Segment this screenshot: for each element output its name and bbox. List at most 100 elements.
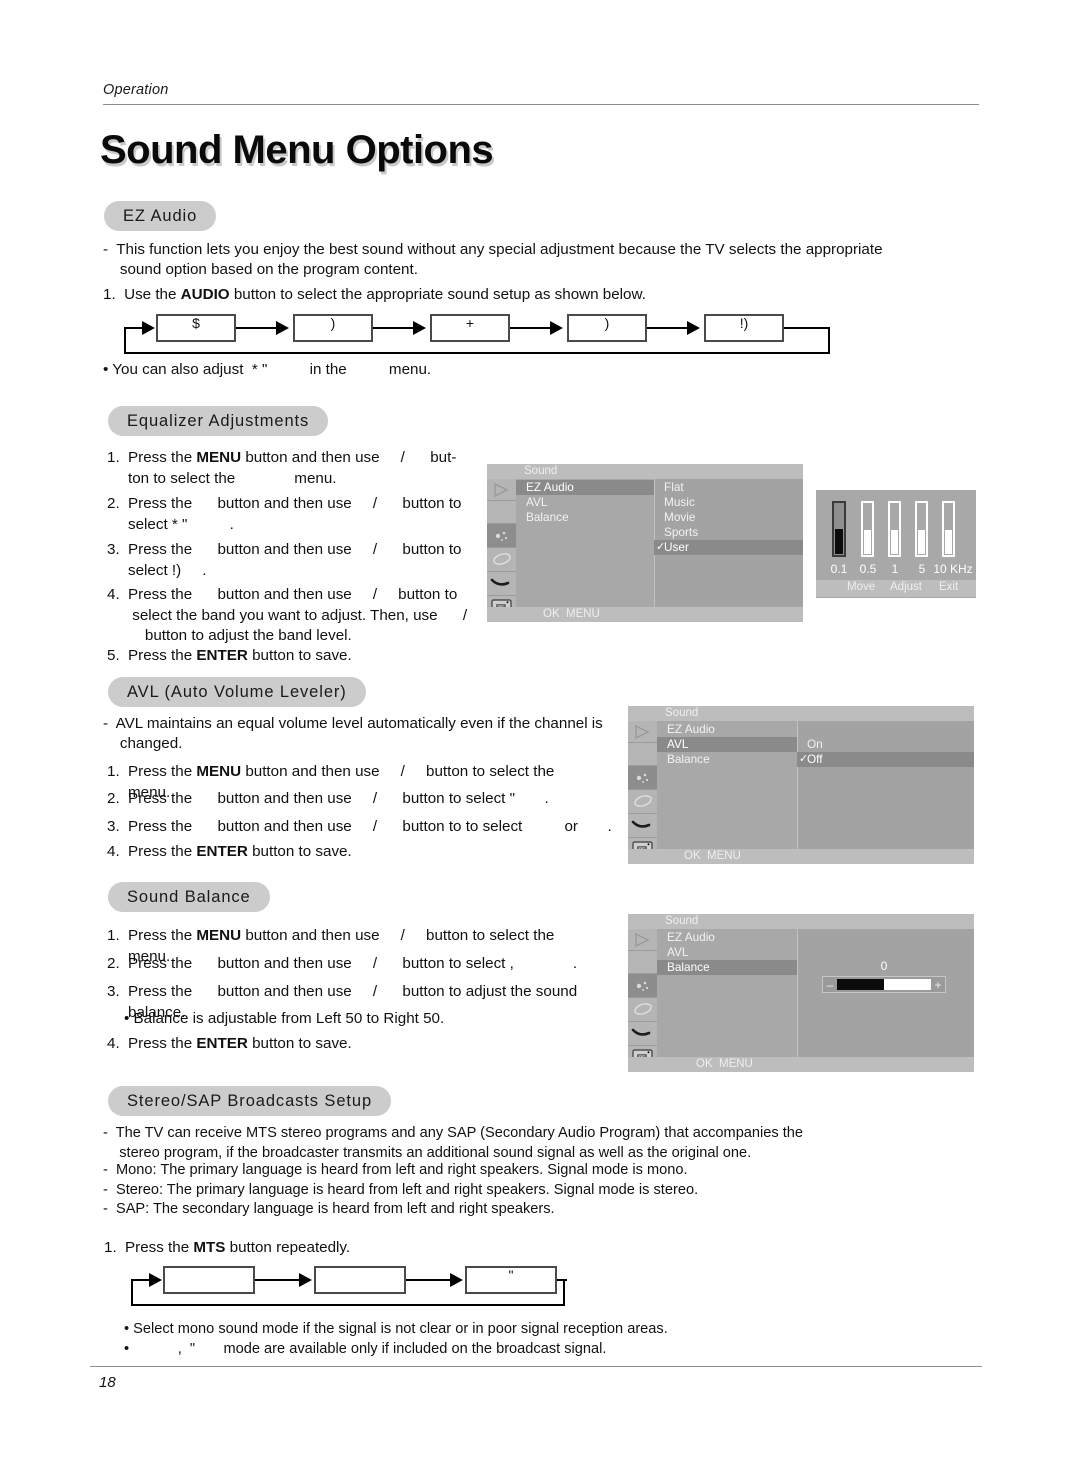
stereo-sap-flow-diagram: "	[125, 1263, 575, 1306]
cursor-arrow-icon[interactable]	[628, 929, 657, 951]
stereo-sap-step-1-number: 1.	[104, 1239, 117, 1256]
balance-osd-footer-menu[interactable]: MENU	[719, 1058, 753, 1070]
balance-osd-menu-item-avl[interactable]: AVL	[657, 945, 797, 960]
special-menu-icon[interactable]	[487, 572, 516, 596]
eq-band-bar-3[interactable]	[915, 501, 928, 557]
balance-osd-icon-sidebar: PC	[628, 929, 657, 1072]
balance-slider-track	[837, 979, 931, 990]
special-menu-icon[interactable]	[628, 1022, 657, 1046]
osd-footer-menu[interactable]: MENU	[566, 608, 600, 620]
equalizer-osd-screenshot: Sound PC	[487, 464, 803, 622]
eq-footer-move[interactable]: Move	[847, 581, 875, 593]
balance-slider[interactable]: – +	[822, 976, 946, 993]
footer-divider	[90, 1366, 982, 1367]
balance-step-2-body: Press the button and then use / button t…	[128, 955, 578, 972]
osd-title-text: Sound	[524, 465, 558, 477]
osd-menu-item-ez-audio[interactable]: EZ Audio	[516, 480, 654, 495]
flow-arrowhead-2	[413, 321, 426, 335]
osd-menu-item-avl-label: AVL	[526, 495, 548, 509]
avl-osd-menu-item-avl[interactable]: AVL	[657, 737, 797, 752]
balance-osd-title-text: Sound	[665, 915, 699, 927]
flow-arrow-line-4	[647, 327, 691, 329]
sap-flow-loop-bottom	[131, 1304, 565, 1306]
osd-option-flat[interactable]: Flat	[654, 480, 803, 495]
stereo-sap-bullet-4: - SAP: The secondary language is heard f…	[103, 1201, 555, 1217]
sap-flow-box-2	[314, 1266, 406, 1294]
balance-step-1-bold: MENU	[196, 927, 242, 944]
equalizer-step-3-number: 3.	[107, 541, 120, 558]
eq-band-bar-1[interactable]	[861, 501, 874, 557]
avl-step-2-body: Press the button and then use / button t…	[128, 790, 549, 807]
eq-band-fill-4	[945, 530, 952, 554]
osd-option-user[interactable]: ✓ User	[654, 540, 803, 555]
flow-arrowhead-3	[550, 321, 563, 335]
sap-flow-box-1	[163, 1266, 255, 1294]
avl-step-3: 3. Press the button and then use / butto…	[107, 817, 637, 838]
sound-menu-icon[interactable]	[628, 766, 657, 790]
page-number: 18	[99, 1374, 116, 1391]
timer-menu-icon[interactable]	[487, 548, 516, 572]
flow-arrowhead-4	[687, 321, 700, 335]
balance-step-4-post: button to save.	[247, 1035, 352, 1052]
eq-band-label-4: 10 KHz	[933, 562, 973, 576]
avl-osd-menu-item-ez-audio[interactable]: EZ Audio	[657, 722, 797, 737]
balance-fill-left	[837, 979, 884, 990]
picture-menu-icon[interactable]	[628, 951, 657, 974]
avl-step-2-number: 2.	[107, 790, 120, 807]
balance-osd-menu-item-balance[interactable]: Balance	[657, 960, 797, 975]
special-menu-icon[interactable]	[628, 814, 657, 838]
avl-step-1-number: 1.	[107, 763, 120, 780]
equalizer-step-3-body: Press the button and then use / button t…	[128, 541, 462, 579]
timer-menu-icon[interactable]	[628, 790, 657, 814]
osd-option-movie[interactable]: Movie	[654, 510, 803, 525]
eq-band-fill-1	[864, 530, 871, 554]
avl-osd-footer-ok[interactable]: OK	[684, 850, 701, 862]
eq-band-fill-0	[835, 529, 843, 554]
equalizer-step-4: 4. Press the button and then use / butto…	[107, 585, 477, 647]
picture-menu-icon[interactable]	[487, 501, 516, 524]
avl-description: - AVL maintains an equal volume level au…	[103, 715, 603, 752]
avl-osd-footer-menu[interactable]: MENU	[707, 850, 741, 862]
balance-osd-menu-item-ez-audio[interactable]: EZ Audio	[657, 930, 797, 945]
avl-osd-footer-bar: OK MENU	[628, 849, 974, 864]
balance-minus-icon[interactable]: –	[823, 979, 837, 991]
flow-arrowhead-1	[276, 321, 289, 335]
stereo-sap-bullet-1: - The TV can receive MTS stereo programs…	[103, 1125, 804, 1161]
osd-menu-item-balance[interactable]: Balance	[516, 510, 654, 525]
flow-box-2-label: )	[330, 315, 336, 331]
osd-option-sports[interactable]: Sports	[654, 525, 803, 540]
eq-band-bar-2[interactable]	[888, 501, 901, 557]
eq-footer-exit[interactable]: Exit	[939, 581, 958, 593]
balance-osd-footer-ok[interactable]: OK	[696, 1058, 713, 1070]
osd-option-music[interactable]: Music	[654, 495, 803, 510]
picture-menu-icon[interactable]	[628, 743, 657, 766]
osd-menu-item-avl[interactable]: AVL	[516, 495, 654, 510]
flow-exit-line	[784, 327, 830, 329]
osd-footer-bar: OK MENU	[487, 607, 803, 622]
avl-step-2: 2. Press the button and then use / butto…	[107, 789, 637, 810]
sound-menu-icon[interactable]	[487, 524, 516, 548]
equalizer-step-4-body: Press the button and then use / button t…	[128, 586, 468, 644]
timer-menu-icon[interactable]	[628, 998, 657, 1022]
avl-step-1-bold: MENU	[196, 763, 242, 780]
cursor-arrow-icon[interactable]	[628, 721, 657, 743]
avl-osd-option-on[interactable]: On	[797, 737, 974, 752]
balance-plus-icon[interactable]: +	[931, 979, 945, 991]
section-pill-stereo-sap: Stereo/SAP Broadcasts Setup	[108, 1086, 392, 1116]
eq-band-bar-0[interactable]	[832, 501, 846, 557]
stereo-sap-step-1-pre: Press the	[125, 1239, 194, 1256]
flow-arrow-line-1	[236, 327, 280, 329]
cursor-arrow-icon[interactable]	[487, 479, 516, 501]
page-title: Sound Menu Options	[100, 128, 494, 172]
sound-menu-icon[interactable]	[628, 974, 657, 998]
avl-osd-option-off[interactable]: ✓ Off	[797, 752, 974, 767]
equalizer-step-1-bold: MENU	[196, 449, 242, 466]
eq-footer-adjust[interactable]: Adjust	[890, 581, 922, 593]
stereo-sap-note-1: • Select mono sound mode if the signal i…	[124, 1321, 668, 1337]
avl-osd-menu-item-balance[interactable]: Balance	[657, 752, 797, 767]
sap-flow-loop-vertical-right	[563, 1280, 565, 1306]
sap-flow-entry-arrowhead	[149, 1273, 162, 1287]
osd-footer-ok[interactable]: OK	[543, 608, 560, 620]
flow-box-5-label: !)	[739, 315, 749, 331]
eq-band-bar-4[interactable]	[942, 501, 955, 557]
